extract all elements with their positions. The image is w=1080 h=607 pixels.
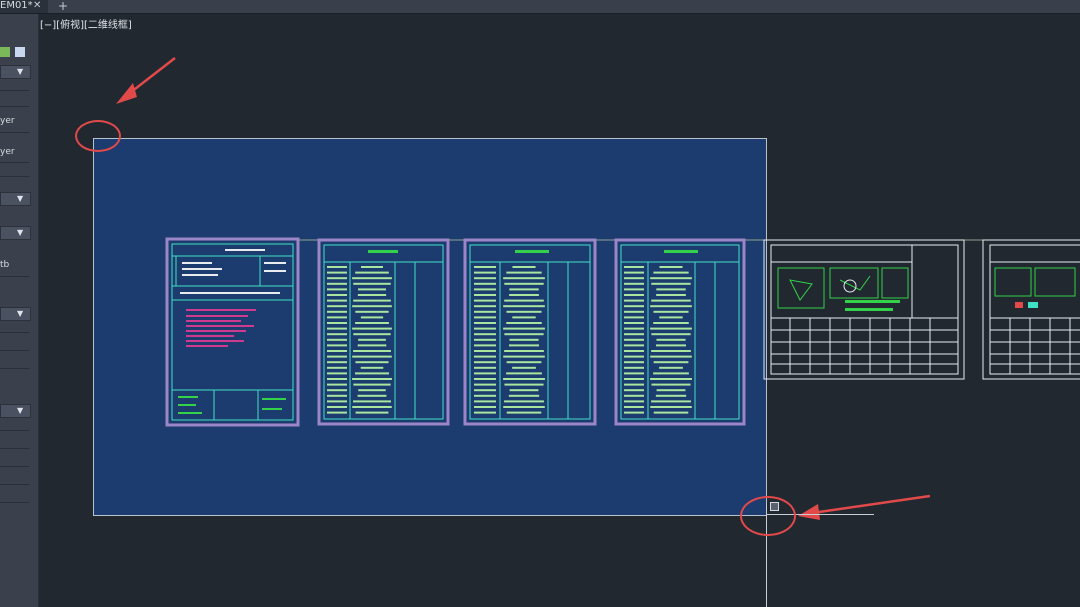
annotation-circle-bottom-right	[740, 496, 796, 536]
drawing-canvas[interactable]	[0, 0, 1080, 607]
annotation-circle-top-left	[75, 120, 121, 152]
drawing-sheet-4[interactable]	[614, 238, 746, 426]
annotation-arrow-bottom-right	[798, 494, 931, 520]
drawing-sheet-1[interactable]	[165, 237, 300, 438]
drawing-sheet-6[interactable]	[982, 239, 1080, 380]
drawing-sheet-2[interactable]	[317, 238, 450, 426]
drawing-sheet-5[interactable]	[763, 239, 965, 380]
annotation-arrow-top-left	[116, 57, 176, 104]
drawing-sheet-3[interactable]	[463, 238, 597, 426]
